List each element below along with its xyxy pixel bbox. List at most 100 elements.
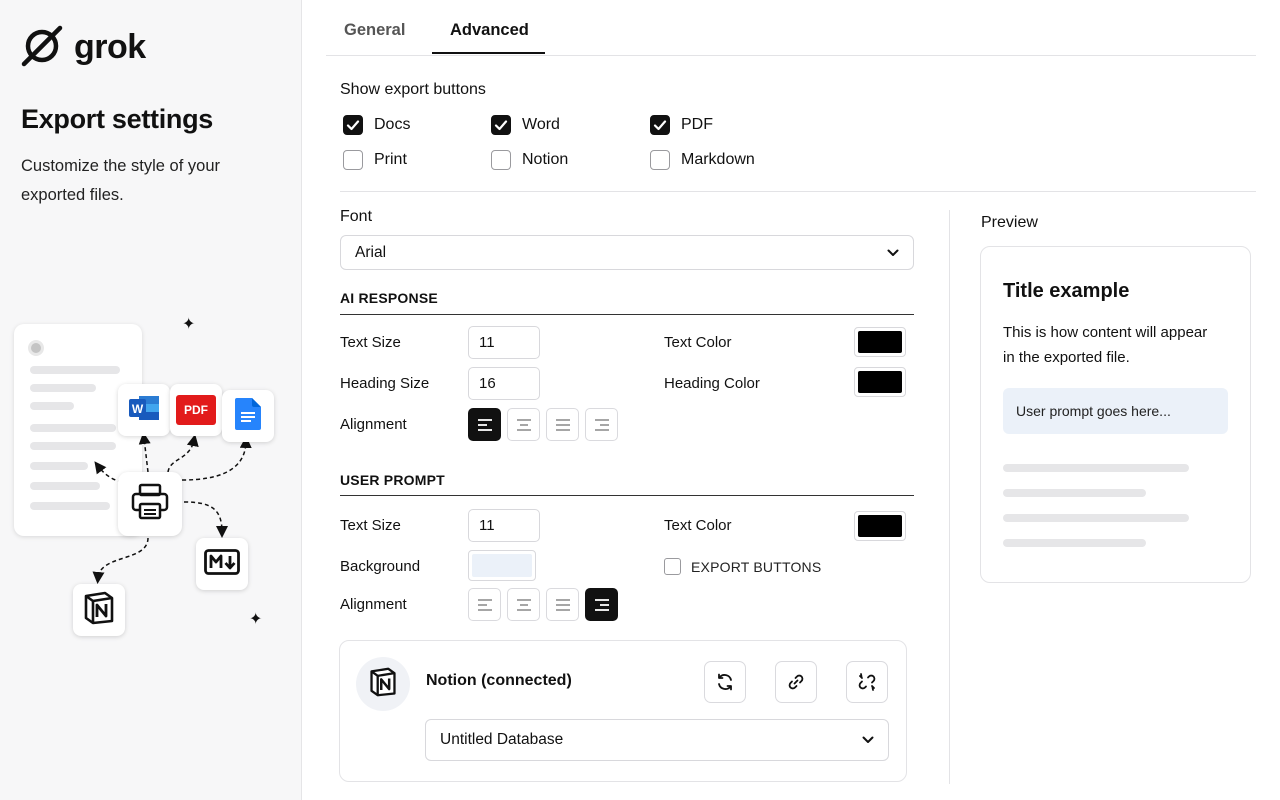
notion-avatar — [356, 657, 410, 711]
prompt-alignment-label: Alignment — [340, 596, 407, 613]
prompt-text-color-label: Text Color — [664, 517, 732, 534]
notion-refresh-button[interactable] — [704, 661, 746, 703]
word-label: Word — [522, 116, 560, 133]
preview-divider — [949, 210, 950, 784]
notion-database-value: Untitled Database — [440, 731, 564, 748]
settings-tabs: General Advanced — [326, 0, 1256, 56]
color-swatch-fill — [858, 371, 902, 393]
sidebar-description: Customize the style of your exported fil… — [21, 157, 220, 204]
google-docs-tile — [222, 390, 274, 442]
checkbox-unchecked-icon — [491, 150, 511, 170]
svg-text:W: W — [132, 402, 144, 416]
section-divider — [340, 191, 1256, 192]
prompt-text-size-label: Text Size — [340, 517, 401, 534]
prompt-export-buttons-label: EXPORT BUTTONS — [691, 558, 822, 575]
preview-placeholder-line — [1003, 539, 1146, 547]
prompt-background-label: Background — [340, 558, 421, 575]
word-checkbox[interactable]: Word — [491, 115, 560, 135]
markdown-icon — [204, 548, 240, 580]
markdown-checkbox[interactable]: Markdown — [650, 150, 755, 170]
markdown-tile — [196, 538, 248, 590]
notion-link-button[interactable] — [775, 661, 817, 703]
align-left-button[interactable] — [468, 408, 501, 441]
align-justify-icon — [555, 598, 570, 611]
checkbox-unchecked-icon — [650, 150, 670, 170]
export-illustration: W PDF ✦ ✦ — [0, 300, 302, 660]
ai-text-color-label: Text Color — [664, 334, 732, 351]
notion-icon — [82, 591, 116, 630]
ai-response-divider — [340, 314, 914, 315]
preview-card: Title example This is how content will a… — [980, 246, 1251, 583]
logo-text: grok — [74, 28, 146, 66]
docs-label: Docs — [374, 116, 411, 133]
print-tile — [118, 472, 182, 536]
ai-heading-color-picker[interactable] — [854, 367, 906, 397]
align-center-button[interactable] — [507, 408, 540, 441]
font-label: Font — [340, 208, 373, 225]
ai-response-title: AI RESPONSE — [340, 290, 438, 306]
preview-label: Preview — [981, 214, 1038, 231]
color-swatch-fill — [858, 331, 902, 353]
align-left-button[interactable] — [468, 588, 501, 621]
preview-placeholder-line — [1003, 514, 1189, 522]
notion-unlink-button[interactable] — [846, 661, 888, 703]
notion-tile — [73, 584, 125, 636]
ai-text-color-picker[interactable] — [854, 327, 906, 357]
notion-checkbox[interactable]: Notion — [491, 150, 568, 170]
prompt-text-size-input[interactable]: 11 — [468, 509, 540, 542]
tab-general[interactable]: General — [344, 21, 405, 54]
logo: grok — [20, 22, 146, 73]
align-justify-button[interactable] — [546, 408, 579, 441]
print-checkbox[interactable]: Print — [343, 150, 407, 170]
prompt-text-color-picker[interactable] — [854, 511, 906, 541]
checkbox-unchecked-icon — [343, 150, 363, 170]
preview-placeholder-line — [1003, 464, 1189, 472]
tab-advanced[interactable]: Advanced — [450, 21, 529, 54]
chevron-down-icon — [887, 244, 899, 262]
align-right-button[interactable] — [585, 408, 618, 441]
font-select[interactable]: Arial — [340, 235, 914, 270]
word-icon: W — [128, 393, 160, 428]
notion-icon — [368, 667, 398, 702]
preview-placeholder-line — [1003, 489, 1146, 497]
pdf-checkbox[interactable]: PDF — [650, 115, 713, 135]
prompt-background-picker[interactable] — [468, 550, 536, 581]
checkbox-checked-icon — [343, 115, 363, 135]
ai-alignment-label: Alignment — [340, 416, 407, 433]
align-left-icon — [477, 598, 492, 611]
markdown-label: Markdown — [681, 151, 755, 168]
preview-title: Title example — [1003, 280, 1130, 302]
print-label: Print — [374, 151, 407, 168]
grok-logo-icon — [20, 22, 66, 73]
refresh-icon — [718, 673, 732, 691]
link-icon — [788, 674, 804, 690]
pdf-icon: PDF — [176, 395, 216, 425]
align-justify-button[interactable] — [546, 588, 579, 621]
align-center-icon — [516, 598, 531, 611]
color-swatch-fill — [858, 515, 902, 537]
export-buttons-label: Show export buttons — [340, 81, 486, 98]
prompt-alignment-group — [468, 588, 618, 621]
unlink-icon — [858, 673, 876, 691]
checkbox-checked-icon — [650, 115, 670, 135]
user-prompt-divider — [340, 495, 914, 496]
ai-text-size-input[interactable]: 11 — [468, 326, 540, 359]
prompt-export-buttons-checkbox[interactable]: EXPORT BUTTONS — [664, 558, 821, 575]
font-select-value: Arial — [355, 243, 387, 261]
align-right-button[interactable] — [585, 588, 618, 621]
sidebar-title: Export settings — [21, 104, 214, 134]
color-swatch-fill — [472, 554, 532, 577]
notion-label: Notion — [522, 151, 569, 168]
preview-user-prompt: User prompt goes here... — [1003, 388, 1228, 434]
notion-database-select[interactable]: Untitled Database — [425, 719, 889, 761]
notion-connection-title: Notion (connected) — [426, 672, 572, 689]
align-right-icon — [594, 418, 609, 431]
checkbox-unchecked-icon — [664, 558, 681, 575]
user-prompt-title: USER PROMPT — [340, 472, 445, 488]
pdf-label: PDF — [681, 116, 713, 133]
chevron-down-icon — [862, 731, 874, 749]
align-center-button[interactable] — [507, 588, 540, 621]
docs-checkbox[interactable]: Docs — [343, 115, 410, 135]
align-center-icon — [516, 418, 531, 431]
ai-heading-size-input[interactable]: 16 — [468, 367, 540, 400]
